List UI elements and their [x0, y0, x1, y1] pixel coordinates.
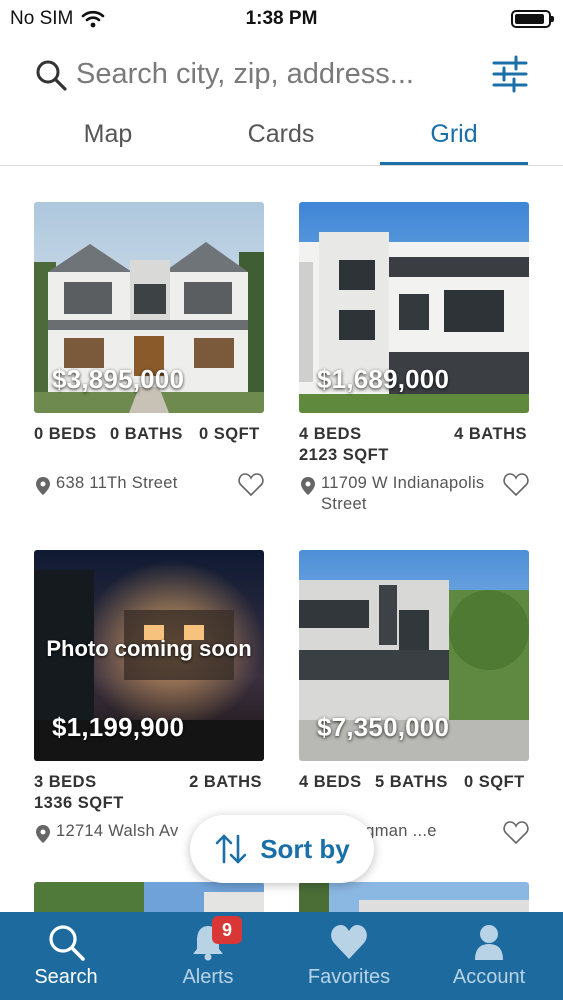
listing-stats: 3 BEDS 2 BATHS 1336 SQFT	[34, 773, 264, 817]
baths-value: 4 BATHS	[454, 425, 527, 443]
location-pin-icon	[36, 825, 50, 843]
search-input[interactable]	[76, 54, 476, 94]
listing-address: 11709 W Indianapolis Street	[299, 473, 529, 513]
sqft-value: 0 SQFT	[464, 773, 525, 791]
search-bar	[0, 48, 563, 102]
search-icon	[49, 925, 85, 961]
bottom-tab-label: Alerts	[182, 966, 234, 988]
listing-card[interactable]: $1,689,000 4 BEDS 4 BATHS 2123 SQFT 1170…	[299, 202, 529, 513]
listing-photo[interactable]: $3,895,000	[34, 202, 264, 413]
listing-stats: 0 BEDS 0 BATHS 0 SQFT	[34, 425, 264, 469]
favorite-heart-icon[interactable]	[503, 821, 529, 845]
listing-address: 638 11Th Street	[34, 473, 264, 513]
view-tabs: Map Cards Grid	[0, 112, 563, 166]
baths-value: 5 BATHS	[375, 773, 448, 791]
sqft-value: 0 SQFT	[199, 425, 260, 443]
sqft-value: 1336 SQFT	[34, 794, 124, 812]
listing-stats: 4 BEDS 5 BATHS 0 SQFT	[299, 773, 529, 817]
tab-cards[interactable]: Cards	[207, 120, 355, 149]
listing-card[interactable]	[34, 882, 264, 912]
listing-price: $1,689,000	[317, 364, 450, 394]
beds-value: 3 BEDS	[34, 773, 97, 791]
sort-by-label: Sort by	[260, 833, 350, 864]
listing-price: $1,199,900	[52, 712, 185, 742]
tab-map[interactable]: Map	[34, 120, 182, 149]
listing-photo[interactable]: $1,689,000	[299, 202, 529, 413]
bottom-tab-alerts[interactable]: 9 Alerts	[138, 912, 278, 1000]
status-bar: No SIM 1:38 PM	[0, 0, 563, 36]
bottom-tab-label: Search	[34, 966, 98, 988]
tab-grid[interactable]: Grid	[380, 120, 528, 149]
bottom-tab-bar: Search 9 Alerts Favorites Account	[0, 912, 563, 1000]
alerts-count-badge: 9	[212, 916, 242, 944]
heart-icon	[331, 925, 367, 959]
favorite-heart-icon[interactable]	[238, 473, 264, 497]
bottom-tab-favorites[interactable]: Favorites	[279, 912, 419, 1000]
bottom-tab-label: Account	[452, 966, 526, 988]
filter-sliders-icon[interactable]	[490, 54, 530, 94]
listing-stats: 4 BEDS 4 BATHS 2123 SQFT	[299, 425, 529, 469]
clock: 1:38 PM	[245, 8, 318, 29]
beds-value: 4 BEDS	[299, 773, 362, 791]
house-photo-image	[299, 882, 529, 912]
listing-photo[interactable]: Photo coming soon $1,199,900	[34, 550, 264, 761]
photo-coming-soon-label: Photo coming soon	[46, 636, 252, 661]
search-icon	[36, 60, 67, 91]
listing-photo[interactable]: $7,350,000	[299, 550, 529, 761]
listing-card[interactable]	[299, 882, 529, 912]
active-tab-indicator	[380, 162, 528, 165]
listing-photo[interactable]	[34, 882, 264, 912]
favorite-heart-icon[interactable]	[503, 473, 529, 497]
sqft-value: 2123 SQFT	[299, 446, 389, 464]
beds-value: 4 BEDS	[299, 425, 362, 443]
location-pin-icon	[301, 477, 315, 495]
person-icon	[475, 925, 503, 960]
bottom-tab-label: Favorites	[307, 966, 391, 988]
address-text: 11709 W Indianapolis Street	[321, 474, 485, 513]
battery-icon	[511, 10, 554, 28]
bottom-tab-account[interactable]: Account	[419, 912, 559, 1000]
beds-value: 0 BEDS	[34, 425, 97, 443]
bottom-tab-search[interactable]: Search	[0, 912, 136, 1000]
listing-price: $3,895,000	[52, 364, 185, 394]
location-pin-icon	[36, 477, 50, 495]
listing-photo[interactable]	[299, 882, 529, 912]
listing-grid: $3,895,000 0 BEDS 0 BATHS 0 SQFT 638 11T…	[0, 166, 563, 912]
sort-arrows-icon	[215, 834, 247, 864]
sort-by-button[interactable]: Sort by	[190, 815, 374, 883]
address-text: 638 11Th Street	[56, 474, 178, 492]
battery-level	[515, 14, 544, 24]
listing-card[interactable]: $3,895,000 0 BEDS 0 BATHS 0 SQFT 638 11T…	[34, 202, 264, 513]
baths-value: 2 BATHS	[189, 773, 262, 791]
listing-price: $7,350,000	[317, 712, 450, 742]
house-photo-image	[34, 882, 264, 912]
baths-value: 0 BATHS	[110, 425, 183, 443]
